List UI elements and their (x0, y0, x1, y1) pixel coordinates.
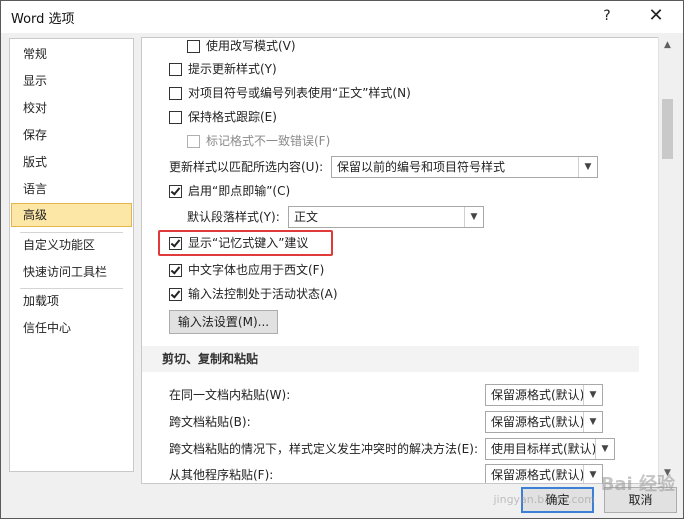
chevron-down-icon[interactable]: ▼ (583, 465, 602, 483)
close-icon[interactable]: ✕ (643, 5, 669, 27)
title-bar: Word 选项 ? ✕ (1, 1, 683, 33)
update-style-label: 更新样式以匹配所选内容(U): (169, 160, 324, 174)
checkbox-normal-style-lists[interactable] (169, 87, 182, 100)
checkbox-click-and-type[interactable] (169, 185, 182, 198)
paste-other-programs-label: 从其他程序粘贴(F): (169, 468, 274, 482)
nav-item-language[interactable]: 语言 (11, 177, 132, 201)
nav-item-layout[interactable]: 版式 (11, 150, 132, 174)
paste-other-programs-dropdown[interactable]: 保留源格式(默认) ▼ (485, 464, 603, 483)
nav-item-quick-access-toolbar[interactable]: 快速访问工具栏 (11, 260, 132, 284)
chevron-down-icon[interactable]: ▼ (464, 207, 483, 227)
word-options-dialog: Word 选项 ? ✕ 常规 显示 校对 保存 版式 语言 高级 自定义功能区 … (0, 0, 684, 519)
checkbox-prompt-update-style[interactable] (169, 63, 182, 76)
options-nav: 常规 显示 校对 保存 版式 语言 高级 自定义功能区 快速访问工具栏 加载项 … (9, 38, 134, 472)
scrollbar-thumb[interactable] (662, 99, 673, 159)
checkbox-keep-track-formatting[interactable] (169, 111, 182, 124)
chevron-down-icon[interactable]: ▼ (583, 385, 602, 405)
chevron-down-icon[interactable]: ▼ (595, 439, 614, 459)
checkbox-overtype[interactable] (187, 40, 200, 53)
checkbox-cjk-font-western[interactable] (169, 264, 182, 277)
nav-item-general[interactable]: 常规 (11, 42, 132, 66)
nav-item-customize-ribbon[interactable]: 自定义功能区 (11, 233, 132, 257)
vertical-scrollbar[interactable]: ▲ ▼ (658, 37, 676, 482)
section-header-cut-copy-paste: 剪切、复制和粘贴 (142, 346, 639, 372)
advanced-options-panel: 使用改写模式(V) 提示更新样式(Y) 对项目符号或编号列表使用“正文”样式(N… (141, 37, 660, 484)
nav-item-save[interactable]: 保存 (11, 123, 132, 147)
paste-conflict-dropdown[interactable]: 使用目标样式(默认) ▼ (485, 438, 615, 460)
checkbox-mark-inconsistencies (187, 135, 200, 148)
watermark-url: jingyan.baidu.com (493, 493, 595, 506)
ime-settings-button[interactable]: 输入法设置(M)... (169, 310, 278, 334)
default-para-style-dropdown[interactable]: 正文 ▼ (288, 206, 484, 228)
help-icon[interactable]: ? (595, 5, 619, 27)
nav-item-advanced[interactable]: 高级 (11, 203, 132, 227)
nav-item-add-ins[interactable]: 加载项 (11, 289, 132, 313)
chevron-down-icon[interactable]: ▼ (578, 157, 597, 177)
dialog-title: Word 选项 (11, 12, 75, 27)
paste-between-docs-dropdown[interactable]: 保留源格式(默认) ▼ (485, 411, 603, 433)
highlight-box (158, 230, 333, 256)
nav-item-trust-center[interactable]: 信任中心 (11, 316, 132, 340)
chevron-down-icon[interactable]: ▼ (583, 412, 602, 432)
paste-conflict-label: 跨文档粘贴的情况下，样式定义发生冲突时的解决方法(E): (169, 442, 478, 456)
paste-between-docs-label: 跨文档粘贴(B): (169, 415, 251, 429)
checkbox-ime-active[interactable] (169, 288, 182, 301)
update-style-dropdown[interactable]: 保留以前的编号和项目符号样式 ▼ (331, 156, 598, 178)
nav-item-proofing[interactable]: 校对 (11, 96, 132, 120)
scroll-up-icon[interactable]: ▲ (659, 37, 676, 54)
default-para-style-label: 默认段落样式(Y): (187, 210, 280, 224)
watermark-logo: Bai 经验 (600, 474, 675, 495)
nav-item-display[interactable]: 显示 (11, 69, 132, 93)
paste-within-doc-dropdown[interactable]: 保留源格式(默认) ▼ (485, 384, 603, 406)
paste-within-doc-label: 在同一文档内粘贴(W): (169, 388, 291, 402)
